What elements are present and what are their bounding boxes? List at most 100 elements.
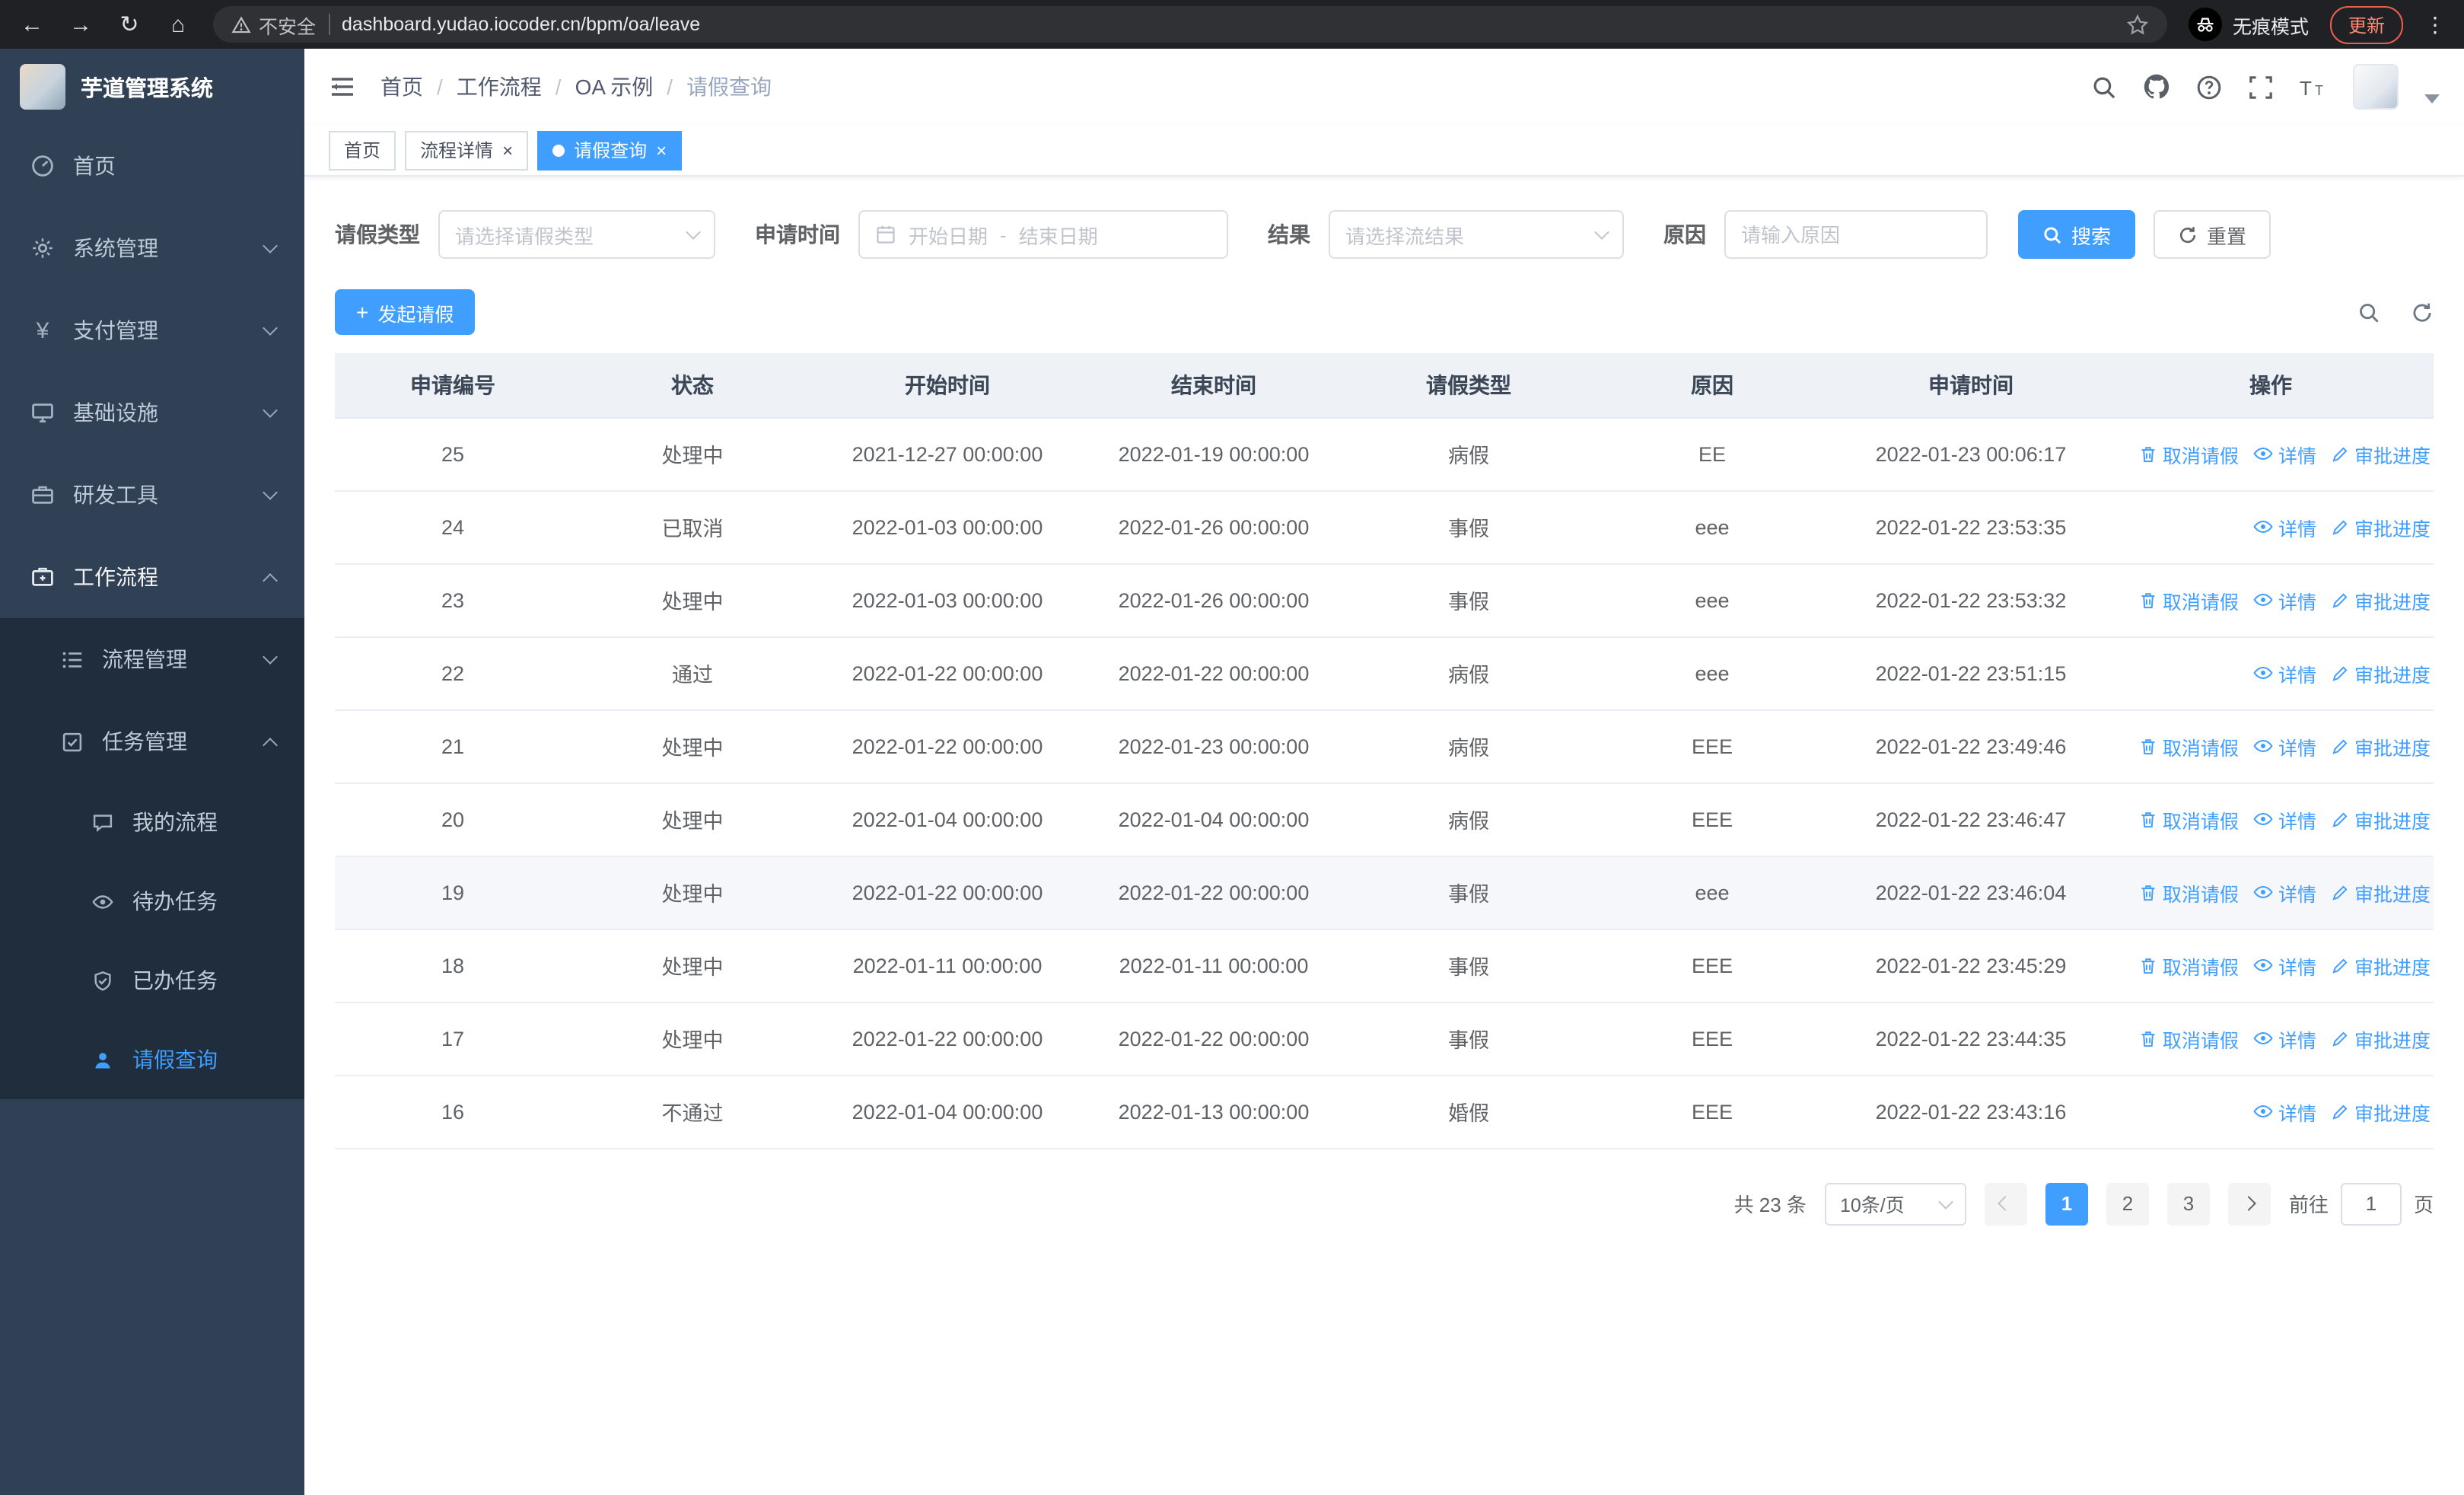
- sidebar-item-label: 待办任务: [132, 889, 218, 913]
- breadcrumb-item[interactable]: 工作流程: [457, 72, 542, 102]
- search-button[interactable]: 搜索: [2018, 210, 2136, 259]
- avatar-caret-icon[interactable]: [2424, 94, 2440, 104]
- sidebar-item-pending-tasks[interactable]: 待办任务: [0, 862, 304, 941]
- bookmark-star-icon[interactable]: [2126, 13, 2149, 36]
- reason-input[interactable]: [1741, 223, 1971, 246]
- forward-icon[interactable]: →: [67, 13, 94, 36]
- cell-operations: 详情 审批进度: [2108, 1075, 2434, 1149]
- cell-status: 处理中: [571, 783, 814, 856]
- font-size-icon[interactable]: TT: [2300, 74, 2327, 100]
- sidebar-item-workflow[interactable]: 工作流程: [0, 536, 304, 618]
- page-button-1[interactable]: 1: [2045, 1182, 2088, 1225]
- page-size-select[interactable]: 10条/页: [1824, 1182, 1966, 1225]
- cell-status: 处理中: [571, 709, 814, 783]
- op-detail-link[interactable]: 详情: [2252, 658, 2316, 687]
- security-label: 不安全: [259, 16, 317, 37]
- reason-label: 原因: [1663, 222, 1706, 247]
- kebab-menu-icon[interactable]: ⋮: [2424, 11, 2446, 37]
- user-avatar[interactable]: [2353, 64, 2399, 110]
- op-progress-link[interactable]: 审批进度: [2330, 1097, 2431, 1126]
- home-icon[interactable]: ⌂: [164, 13, 192, 36]
- page-button-3[interactable]: 3: [2166, 1182, 2210, 1225]
- close-icon[interactable]: ×: [656, 141, 667, 159]
- op-detail-link[interactable]: 详情: [2252, 585, 2316, 614]
- op-progress-link[interactable]: 审批进度: [2330, 658, 2431, 687]
- op-cancel-link[interactable]: 取消请假: [2138, 1024, 2239, 1053]
- op-label: 审批进度: [2354, 518, 2431, 540]
- op-detail-link[interactable]: 详情: [2252, 805, 2316, 834]
- eye-icon: [2253, 885, 2273, 899]
- op-detail-link[interactable]: 详情: [2252, 878, 2316, 907]
- col-status: 状态: [571, 353, 814, 418]
- tab-home[interactable]: 首页: [329, 130, 396, 170]
- breadcrumb-item[interactable]: OA 示例: [575, 72, 654, 102]
- prev-page-button[interactable]: [1984, 1182, 2027, 1225]
- browser-update-button[interactable]: 更新: [2329, 5, 2403, 43]
- plus-icon: +: [356, 300, 369, 324]
- leave-type-select[interactable]: 请选择请假类型: [438, 210, 715, 259]
- op-progress-link[interactable]: 审批进度: [2330, 439, 2431, 468]
- app-header: 首页 / 工作流程 / OA 示例 / 请假查询 TT: [304, 49, 2464, 125]
- reload-icon[interactable]: ↻: [116, 13, 143, 36]
- address-bar[interactable]: 不安全 dashboard.yudao.iocoder.cn/bpm/oa/le…: [213, 6, 2167, 43]
- refresh-table-icon[interactable]: [2411, 301, 2434, 324]
- cell-end-time: 2022-01-22 00:00:00: [1081, 856, 1347, 929]
- page-button-2[interactable]: 2: [2106, 1182, 2149, 1225]
- back-icon[interactable]: ←: [18, 13, 46, 36]
- close-icon[interactable]: ×: [502, 141, 513, 159]
- next-page-button[interactable]: [2227, 1182, 2271, 1225]
- op-cancel-link[interactable]: 取消请假: [2138, 439, 2239, 468]
- sidebar-item-system[interactable]: 系统管理: [0, 207, 304, 289]
- sidebar-item-task-mgmt[interactable]: 任务管理: [0, 700, 304, 783]
- sidebar-item-label: 请假查询: [132, 1047, 218, 1072]
- sidebar-item-devtools[interactable]: 研发工具: [0, 454, 304, 536]
- op-cancel-link[interactable]: 取消请假: [2138, 951, 2239, 980]
- cell-status: 处理中: [571, 1002, 814, 1076]
- op-progress-link[interactable]: 审批进度: [2330, 805, 2431, 834]
- tab-label: 首页: [344, 140, 381, 161]
- op-detail-link[interactable]: 详情: [2252, 732, 2316, 760]
- op-progress-link[interactable]: 审批进度: [2330, 878, 2431, 907]
- sidebar-item-process-mgmt[interactable]: 流程管理: [0, 618, 304, 700]
- url-text[interactable]: dashboard.yudao.iocoder.cn/bpm/oa/leave: [342, 14, 2114, 35]
- op-cancel-link[interactable]: 取消请假: [2138, 878, 2239, 907]
- op-cancel-link[interactable]: 取消请假: [2138, 732, 2239, 760]
- create-leave-button[interactable]: + 发起请假: [335, 289, 476, 335]
- cell-leave-type: 事假: [1347, 1002, 1590, 1076]
- op-progress-link[interactable]: 审批进度: [2330, 1024, 2431, 1053]
- op-progress-link[interactable]: 审批进度: [2330, 951, 2431, 980]
- tab-process-detail[interactable]: 流程详情 ×: [405, 130, 529, 170]
- github-icon[interactable]: [2143, 73, 2170, 100]
- op-cancel-link[interactable]: 取消请假: [2138, 585, 2239, 614]
- fullscreen-icon[interactable]: [2248, 74, 2274, 100]
- op-detail-link[interactable]: 详情: [2252, 951, 2316, 980]
- op-progress-link[interactable]: 审批进度: [2330, 585, 2431, 614]
- goto-page-input[interactable]: [2340, 1182, 2402, 1225]
- sidebar-item-leave-query[interactable]: 请假查询: [0, 1020, 304, 1099]
- date-range-picker[interactable]: 开始日期 - 结束日期: [858, 210, 1228, 259]
- op-detail-link[interactable]: 详情: [2252, 512, 2316, 541]
- breadcrumb-item[interactable]: 首页: [380, 72, 423, 102]
- security-indicator[interactable]: 不安全: [231, 10, 316, 39]
- hide-search-icon[interactable]: [2357, 301, 2380, 324]
- sidebar-item-infrastructure[interactable]: 基础设施: [0, 371, 304, 454]
- sidebar-item-payment[interactable]: ¥ 支付管理: [0, 289, 304, 371]
- breadcrumb-separator: /: [667, 75, 673, 99]
- tab-leave-query[interactable]: 请假查询 ×: [537, 130, 683, 170]
- op-detail-link[interactable]: 详情: [2252, 1024, 2316, 1053]
- app-logo[interactable]: 芋道管理系统: [0, 49, 304, 125]
- sidebar-item-done-tasks[interactable]: 已办任务: [0, 941, 304, 1020]
- result-select[interactable]: 请选择流结果: [1329, 210, 1624, 259]
- op-progress-link[interactable]: 审批进度: [2330, 512, 2431, 541]
- op-progress-link[interactable]: 审批进度: [2330, 732, 2431, 760]
- collapse-sidebar-icon[interactable]: [329, 73, 356, 100]
- op-detail-link[interactable]: 详情: [2252, 1097, 2316, 1126]
- search-icon: [2044, 226, 2061, 244]
- reset-button[interactable]: 重置: [2154, 210, 2271, 259]
- help-icon[interactable]: [2196, 74, 2222, 100]
- sidebar-item-home[interactable]: 首页: [0, 125, 304, 207]
- op-cancel-link[interactable]: 取消请假: [2138, 805, 2239, 834]
- search-icon[interactable]: [2091, 74, 2117, 100]
- op-detail-link[interactable]: 详情: [2252, 439, 2316, 468]
- sidebar-item-my-processes[interactable]: 我的流程: [0, 783, 304, 862]
